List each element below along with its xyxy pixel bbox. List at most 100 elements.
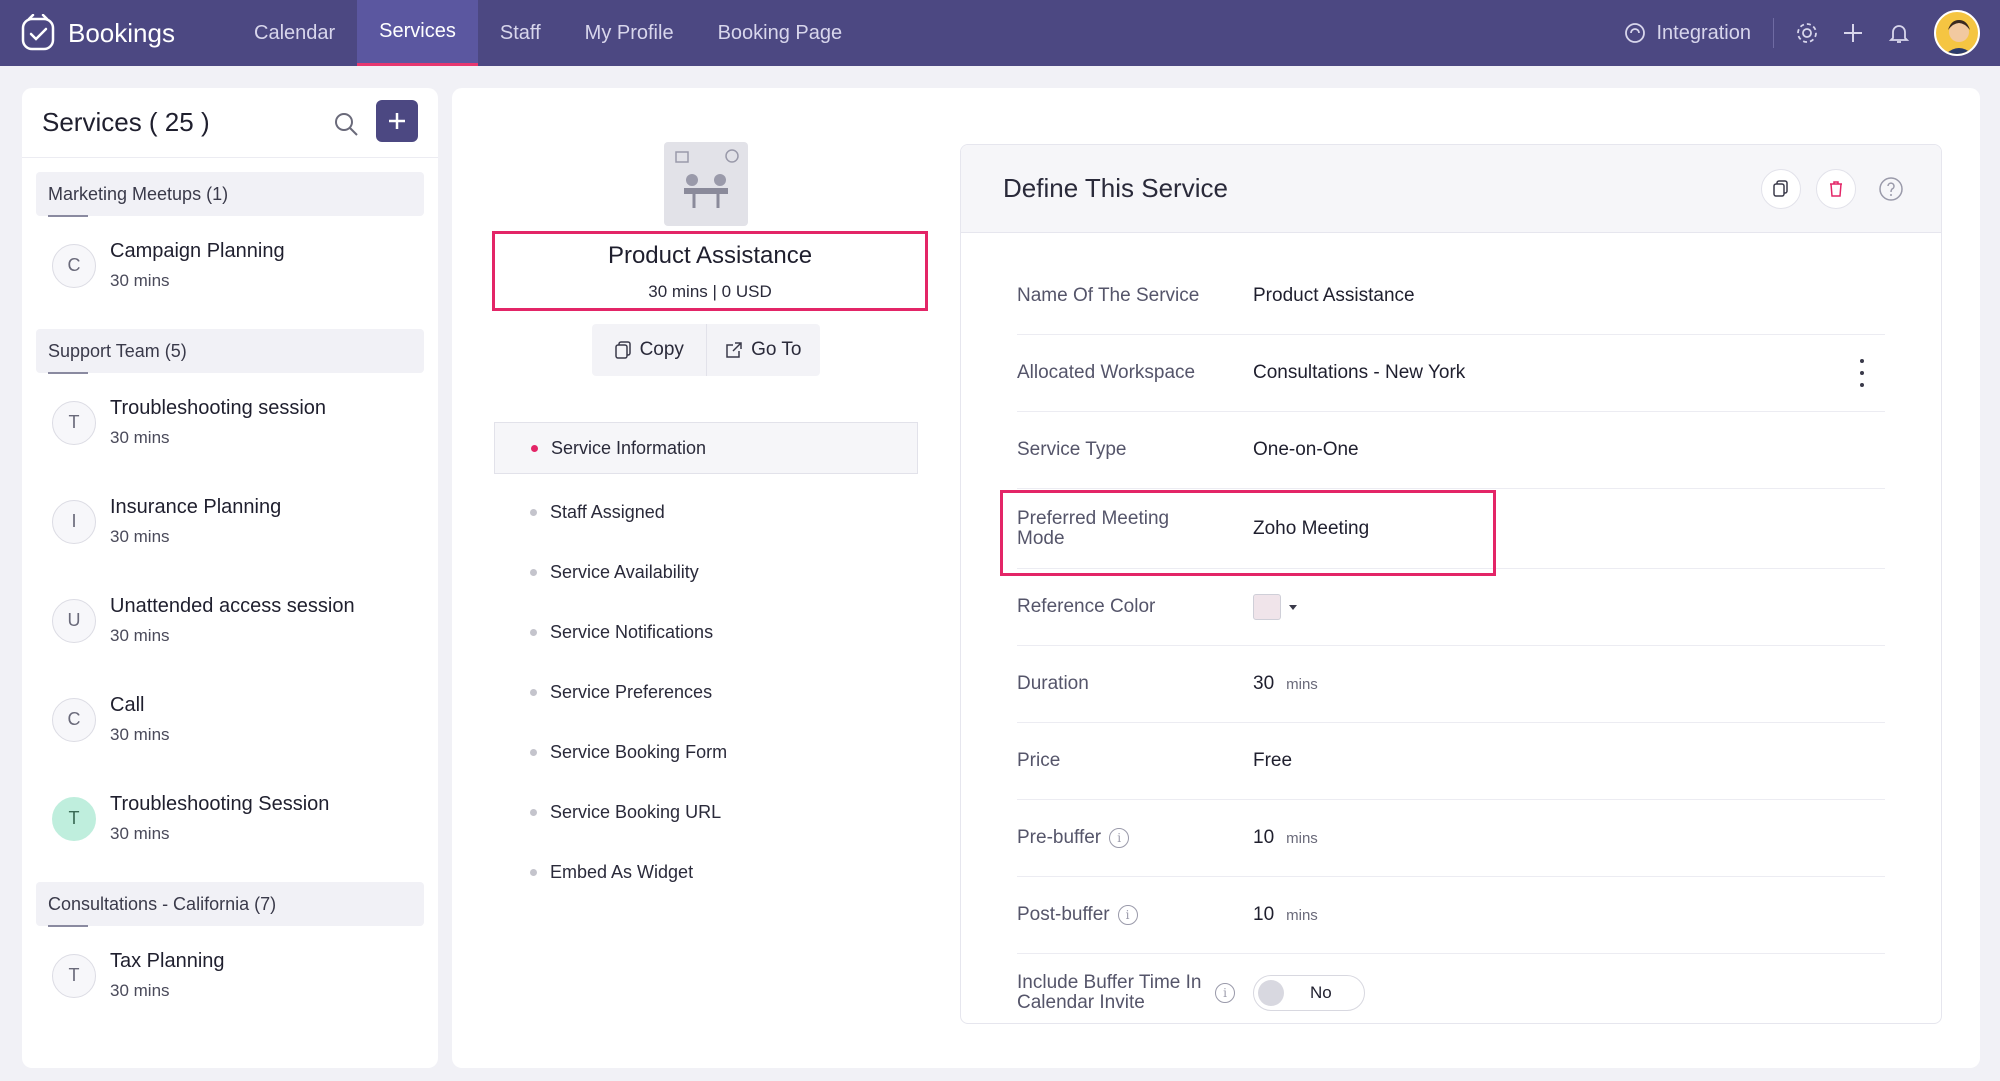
notification-bell-icon[interactable] (1886, 20, 1912, 46)
row-pre-buffer: Pre-buffer i 10 mins (1017, 800, 1885, 877)
pre-buffer-value[interactable]: 10 mins (1253, 827, 1318, 849)
more-options-icon[interactable] (1859, 359, 1865, 387)
menu-label: Service Booking URL (550, 801, 722, 822)
group-header[interactable]: Support Team (5) (36, 329, 424, 374)
pre-buffer-number: 10 (1253, 827, 1275, 848)
workspace-value[interactable]: Consultations - New York (1253, 362, 1465, 384)
meeting-mode-highlight (1000, 490, 1496, 576)
settings-gear-icon[interactable] (1794, 20, 1820, 46)
field-label: Price (1017, 750, 1061, 771)
service-name-value[interactable]: Product Assistance (1253, 285, 1415, 307)
field-label: Allocated Workspace (1017, 362, 1196, 383)
field-label: Include Buffer Time In Calendar Invite (1017, 971, 1202, 1013)
row-include-buffer: Include Buffer Time In Calendar Invite i … (1017, 954, 1885, 1023)
service-title: Call (110, 694, 145, 716)
service-duration: 30 mins (110, 527, 170, 546)
service-menu: Service Information Staff Assigned Servi… (494, 422, 918, 902)
menu-label: Staff Assigned (550, 501, 665, 522)
duplicate-button[interactable] (1761, 169, 1801, 209)
service-title: Unattended access session (110, 595, 355, 617)
tab-booking-page[interactable]: Booking Page (696, 0, 865, 66)
plus-icon (389, 113, 405, 129)
service-duration: 30 mins (110, 981, 170, 1000)
help-icon (1879, 177, 1903, 201)
menu-embed-as-widget[interactable]: Embed As Widget (494, 842, 918, 902)
price-value[interactable]: Free (1253, 750, 1292, 772)
field-label: Reference Color (1017, 596, 1156, 617)
menu-service-notifications[interactable]: Service Notifications (494, 602, 918, 662)
integration-button[interactable]: Integration (1624, 18, 1774, 48)
user-avatar[interactable] (1934, 10, 1980, 56)
service-type-value[interactable]: One-on-One (1253, 439, 1359, 461)
menu-label: Service Availability (550, 561, 699, 582)
tab-staff[interactable]: Staff (478, 0, 563, 66)
info-icon[interactable]: i (1117, 905, 1138, 925)
add-plus-icon[interactable] (1840, 20, 1866, 46)
copy-icon (1773, 180, 1788, 197)
info-icon[interactable]: i (1109, 828, 1130, 848)
search-icon[interactable] (332, 110, 360, 138)
menu-service-booking-form[interactable]: Service Booking Form (494, 722, 918, 782)
service-duration: 30 mins (110, 271, 170, 290)
main-nav: Calendar Services Staff My Profile Booki… (232, 0, 864, 66)
menu-service-information[interactable]: Service Information (494, 422, 918, 474)
service-duration: 30 mins (110, 725, 170, 744)
duration-value[interactable]: 30 mins (1253, 673, 1318, 695)
service-initial: T (52, 953, 96, 998)
goto-label: Go To (751, 339, 802, 360)
tab-calendar[interactable]: Calendar (232, 0, 357, 66)
copy-label: Copy (639, 339, 684, 360)
field-label-with-info: Include Buffer Time In Calendar Invite i (1017, 971, 1253, 1013)
row-duration: Duration 30 mins (1017, 646, 1885, 723)
list-item[interactable]: T Troubleshooting session 30 mins (22, 373, 438, 472)
app-name: Bookings (68, 17, 175, 48)
menu-service-booking-url[interactable]: Service Booking URL (494, 782, 918, 842)
menu-service-preferences[interactable]: Service Preferences (494, 662, 918, 722)
service-image[interactable] (664, 142, 748, 226)
menu-service-availability[interactable]: Service Availability (494, 542, 918, 602)
service-duration: 30 mins (110, 428, 170, 447)
external-link-icon (726, 342, 742, 358)
list-item[interactable]: T Tax Planning 30 mins (22, 926, 438, 1025)
list-item[interactable]: U Unattended access session 30 mins (22, 571, 438, 670)
define-title: Define This Service (1003, 173, 1228, 203)
goto-button[interactable]: Go To (705, 324, 821, 376)
include-buffer-toggle[interactable]: No (1253, 974, 1365, 1011)
tab-services[interactable]: Services (357, 0, 478, 66)
list-item[interactable]: C Call 30 mins (22, 670, 438, 769)
field-label: Pre-buffer (1017, 827, 1102, 848)
field-label: Duration (1017, 673, 1089, 694)
service-header-box: Product Assistance 30 mins | 0 USD (492, 231, 928, 311)
toggle-knob (1258, 979, 1284, 1006)
define-service-card: Define This Service Name Of The Service … (960, 144, 1942, 1024)
list-item[interactable]: C Campaign Planning 30 mins (22, 216, 438, 315)
info-icon[interactable]: i (1215, 982, 1235, 1003)
row-service-name: Name Of The Service Product Assistance (1017, 258, 1885, 335)
group-header[interactable]: Consultations - California (7) (36, 882, 424, 927)
toggle-label: No (1310, 982, 1332, 1002)
service-title: Insurance Planning (110, 496, 282, 518)
menu-staff-assigned[interactable]: Staff Assigned (494, 482, 918, 542)
bookings-logo-icon (21, 14, 55, 51)
color-picker[interactable] (1253, 594, 1297, 620)
copy-button[interactable]: Copy (592, 324, 706, 376)
row-price: Price Free (1017, 723, 1885, 800)
field-label-with-info: Post-buffer i (1017, 905, 1253, 925)
service-actions: Copy Go To (592, 324, 820, 376)
service-initial: T (52, 400, 96, 445)
post-buffer-value[interactable]: 10 mins (1253, 904, 1318, 926)
services-count-title: Services ( 25 ) (42, 107, 210, 137)
help-button[interactable] (1871, 169, 1911, 209)
group-header[interactable]: Marketing Meetups (1) (36, 172, 424, 217)
brand[interactable]: Bookings (20, 14, 220, 52)
meeting-illustration-icon (675, 149, 739, 208)
pre-buffer-unit: mins (1286, 829, 1318, 847)
list-item[interactable]: T Troubleshooting Session 30 mins (22, 769, 438, 868)
tab-my-profile[interactable]: My Profile (563, 0, 696, 66)
field-label: Service Type (1017, 439, 1127, 460)
add-service-button[interactable] (376, 100, 418, 142)
field-label-with-info: Pre-buffer i (1017, 828, 1253, 848)
list-item[interactable]: I Insurance Planning 30 mins (22, 472, 438, 571)
integration-label: Integration (1656, 21, 1751, 44)
delete-button[interactable] (1816, 169, 1856, 209)
